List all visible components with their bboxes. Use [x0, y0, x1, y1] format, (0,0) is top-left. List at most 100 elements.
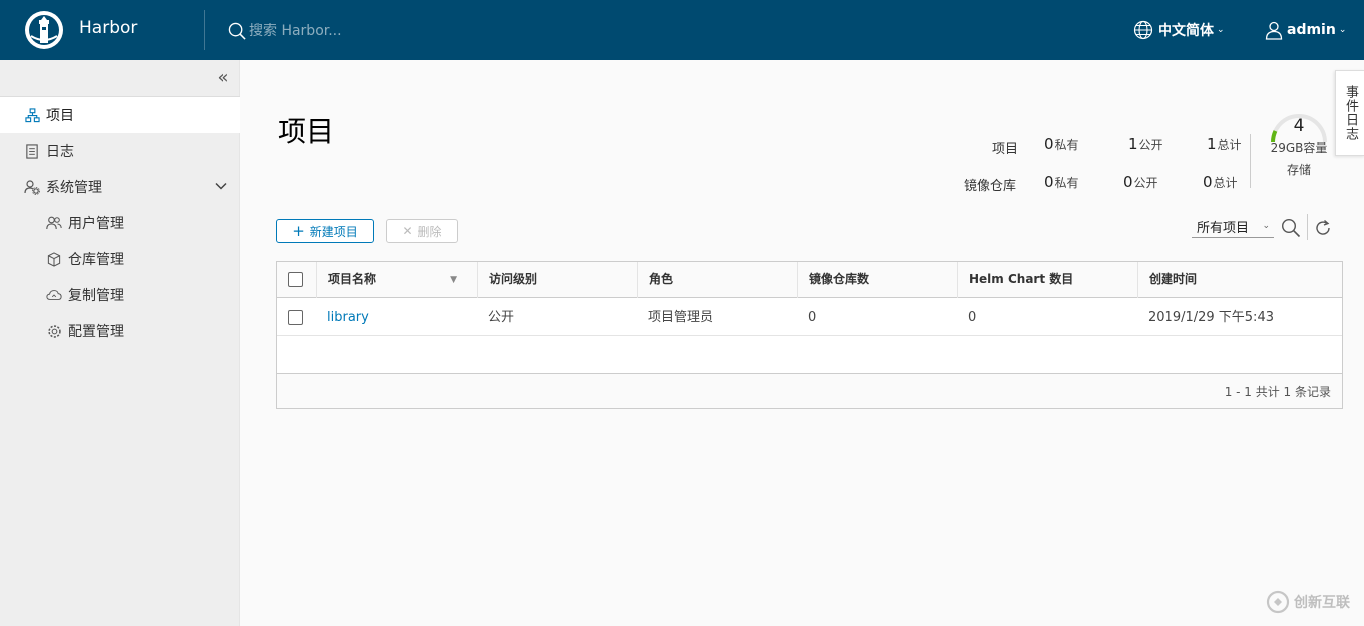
log-icon [24, 143, 40, 159]
table-footer: 1 - 1 共计 1 条记录 [277, 373, 1342, 408]
stat-repos-public: 0 公开 [1123, 173, 1158, 191]
select-all-checkbox[interactable] [288, 272, 303, 287]
toolbar-divider [1307, 214, 1308, 240]
search-icon[interactable] [228, 22, 247, 41]
sidebar-item-replication[interactable]: 复制管理 [0, 277, 240, 313]
row-select-checkbox[interactable] [288, 310, 303, 325]
stat-unit: 公开 [1133, 176, 1158, 190]
page-title: 项目 [278, 115, 335, 148]
stat-value: 1 [1128, 135, 1138, 153]
created-time-cell: 2019/1/29 下午5:43 [1148, 310, 1274, 325]
stat-value: 0 [1123, 173, 1133, 191]
column-header-repo-count[interactable]: 镜像仓库数 [797, 262, 957, 298]
sidebar-item-config[interactable]: 配置管理 [0, 313, 240, 349]
column-label: Helm Chart 数目 [969, 272, 1074, 286]
chevron-down-icon: ⌄ [1217, 25, 1225, 35]
new-project-button[interactable]: + 新建项目 [276, 219, 374, 243]
user-menu[interactable]: admin ⌄ [1264, 19, 1346, 41]
pagination-summary: 1 - 1 共计 1 条记录 [1224, 385, 1331, 399]
refresh-icon[interactable] [1312, 217, 1334, 239]
chevron-down-icon: ⌄ [1262, 221, 1270, 231]
brand-name[interactable]: Harbor [79, 18, 137, 38]
gear-icon [46, 323, 62, 339]
stat-projects-total: 1 总计 [1207, 135, 1242, 153]
column-header-name[interactable]: 项目名称 ▼ [316, 262, 477, 298]
stat-projects-public: 1 公开 [1128, 135, 1163, 153]
search-icon[interactable] [1280, 217, 1302, 239]
stat-unit: 总计 [1213, 176, 1238, 190]
storage-capacity: 29GB容量 [1270, 141, 1328, 155]
stats-divider [1250, 134, 1251, 188]
stat-value: 1 [1207, 135, 1217, 153]
sidebar-item-label: 仓库管理 [68, 252, 124, 268]
main-content: 项目 项目 0 私有 1 公开 1 总计 镜像仓库 0 私有 0 公开 0 总计 4 29G… [241, 60, 1364, 626]
project-icon [24, 107, 40, 123]
language-selector[interactable]: 中文简体 ⌄ [1133, 19, 1225, 41]
delete-button[interactable]: ✕ 删除 [386, 219, 458, 243]
globe-icon [1133, 20, 1153, 40]
stat-repos-label: 镜像仓库 [964, 179, 1017, 194]
new-project-label: 新建项目 [309, 224, 358, 239]
admin-icon [24, 179, 40, 195]
harbor-logo-icon[interactable] [24, 10, 64, 50]
sidebar-item-users[interactable]: 用户管理 [0, 205, 240, 241]
sidebar-item-label: 用户管理 [68, 216, 124, 232]
sidebar-item-admin[interactable]: 系统管理 [0, 169, 240, 205]
registry-icon [46, 251, 62, 267]
top-header: Harbor 中文简体 ⌄ admin ⌄ [0, 0, 1364, 60]
watermark: 创新互联 [1266, 590, 1350, 614]
column-label: 镜像仓库数 [809, 272, 870, 286]
column-label: 创建时间 [1149, 272, 1198, 286]
filter-icon[interactable]: ▼ [450, 275, 457, 285]
user-name: admin [1287, 22, 1336, 38]
plus-icon: + [292, 222, 305, 240]
header-select-cell [277, 262, 316, 298]
chart-count-cell: 0 [968, 310, 977, 325]
column-header-chart-count[interactable]: Helm Chart 数目 [957, 262, 1137, 298]
chevron-down-icon: ⌄ [1338, 25, 1347, 35]
column-label: 访问级别 [489, 272, 538, 286]
delete-label: 删除 [417, 224, 442, 239]
sidebar-item-logs[interactable]: 日志 [0, 133, 240, 169]
search-input[interactable] [249, 23, 469, 39]
event-log-tab[interactable]: 事件日志 [1335, 70, 1364, 156]
sidebar-item-label: 系统管理 [46, 180, 102, 196]
project-filter-value: 所有项目 [1197, 221, 1250, 236]
chevron-down-icon[interactable] [214, 179, 228, 193]
column-label: 角色 [649, 272, 674, 286]
stat-unit: 公开 [1138, 138, 1163, 152]
table-header: 项目名称 ▼ 访问级别 角色 镜像仓库数 Helm Chart 数目 创建时间 [277, 262, 1342, 298]
sidebar-item-projects[interactable]: 项目 [0, 97, 240, 133]
storage-label: 存储 [1286, 163, 1311, 177]
stat-projects-private: 0 私有 [1044, 135, 1079, 153]
sidebar-item-label: 配置管理 [68, 324, 124, 340]
global-search [228, 20, 469, 42]
event-log-label: 事件日志 [1343, 85, 1358, 141]
role-cell: 项目管理员 [648, 310, 714, 325]
repo-count-cell: 0 [808, 310, 817, 325]
stat-value: 0 [1203, 173, 1213, 191]
sidebar-item-label: 日志 [46, 144, 74, 160]
project-filter-select[interactable]: 所有项目 ⌄ [1192, 216, 1274, 238]
stat-value: 0 [1044, 135, 1054, 153]
watermark-logo-icon [1266, 590, 1290, 614]
sidebar-item-label: 项目 [46, 108, 74, 124]
column-label: 项目名称 [328, 272, 377, 286]
projects-table: 项目名称 ▼ 访问级别 角色 镜像仓库数 Helm Chart 数目 创建时间 … [276, 261, 1343, 409]
column-header-created[interactable]: 创建时间 [1137, 262, 1342, 298]
watermark-text: 创新互联 [1294, 595, 1350, 611]
access-level-cell: 公开 [488, 310, 515, 325]
user-icon [1265, 21, 1283, 40]
sidebar-item-registries[interactable]: 仓库管理 [0, 241, 240, 277]
stat-unit: 总计 [1217, 138, 1242, 152]
collapse-sidebar-icon[interactable]: « [213, 68, 233, 88]
close-icon: ✕ [402, 224, 413, 238]
column-header-role[interactable]: 角色 [637, 262, 797, 298]
storage-gauge-value: 4 [1293, 116, 1305, 136]
project-name-link[interactable]: library [316, 299, 369, 336]
users-icon [46, 215, 62, 231]
stat-unit: 私有 [1054, 176, 1079, 190]
column-header-access[interactable]: 访问级别 [477, 262, 637, 298]
stat-repos-total: 0 总计 [1203, 173, 1238, 191]
cloud-icon [46, 287, 62, 303]
